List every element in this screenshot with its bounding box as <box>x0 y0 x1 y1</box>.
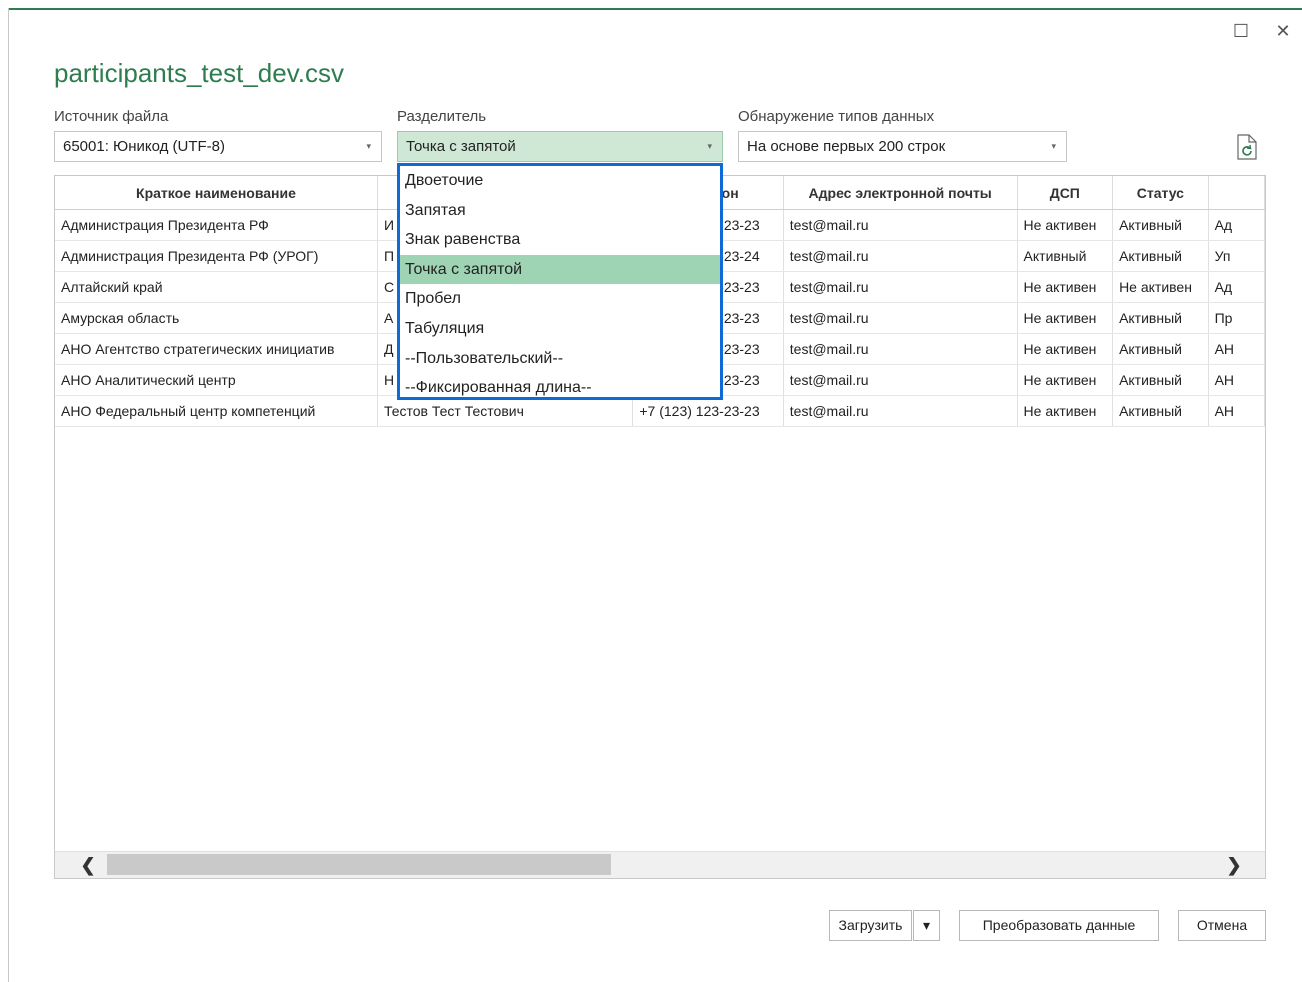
dropdown-option[interactable]: --Фиксированная длина-- <box>400 373 720 403</box>
transform-data-button[interactable]: Преобразовать данные <box>959 910 1159 941</box>
table-cell: АН <box>1208 395 1265 427</box>
table-cell: test@mail.ru <box>783 302 1018 334</box>
dropdown-option[interactable]: Точка с запятой <box>400 254 720 285</box>
delimiter-label: Разделитель <box>397 108 487 125</box>
dropdown-option[interactable]: Пробел <box>400 284 720 314</box>
table-cell: АНО Федеральный центр компетенций <box>55 395 378 427</box>
dropdown-option[interactable]: Знак равенства <box>400 225 720 255</box>
table-cell: test@mail.ru <box>783 209 1018 241</box>
table-cell: test@mail.ru <box>783 364 1018 396</box>
chevron-down-icon: ▾ <box>707 141 712 151</box>
table-cell: Активный <box>1112 209 1209 241</box>
table-cell: Администрация Президента РФ (УРОГ) <box>55 240 378 272</box>
table-cell: Активный <box>1112 240 1209 272</box>
table-cell: test@mail.ru <box>783 333 1018 365</box>
load-button[interactable]: Загрузить <box>829 910 912 941</box>
chevron-down-icon: ▾ <box>922 917 931 933</box>
table-cell: Алтайский край <box>55 271 378 303</box>
table-cell: Не активен <box>1017 209 1114 241</box>
table-cell: Уп <box>1208 240 1265 272</box>
chevron-down-icon: ▾ <box>1051 141 1056 151</box>
dropdown-option[interactable]: Двоеточие <box>400 166 720 196</box>
table-cell: Не активен <box>1017 271 1114 303</box>
table-cell: Пр <box>1208 302 1265 334</box>
column-header[interactable] <box>1208 176 1265 210</box>
table-cell: test@mail.ru <box>783 240 1018 272</box>
maximize-icon[interactable]: ☐ <box>1230 20 1252 42</box>
table-cell: АН <box>1208 364 1265 396</box>
window-left-border <box>8 8 9 982</box>
table-cell: test@mail.ru <box>783 395 1018 427</box>
source-select-value: 65001: Юникод (UTF-8) <box>63 138 226 155</box>
table-cell: АНО Агентство стратегических инициатив <box>55 333 378 365</box>
scroll-left-icon[interactable]: ❮ <box>73 852 103 878</box>
table-cell: Активный <box>1112 364 1209 396</box>
column-header[interactable]: ДСП <box>1017 176 1114 210</box>
dropdown-option[interactable]: --Пользовательский-- <box>400 344 720 374</box>
table-cell: Не активен <box>1017 333 1114 365</box>
dropdown-option[interactable]: Табуляция <box>400 314 720 344</box>
table-cell: Ад <box>1208 209 1265 241</box>
delimiter-select-value: Точка с запятой <box>406 138 516 155</box>
table-cell: Не активен <box>1017 395 1114 427</box>
delimiter-dropdown-list[interactable]: Двоеточие Запятая Знак равенства Точка с за… <box>397 163 723 400</box>
table-cell: Не активен <box>1112 271 1209 303</box>
cancel-button[interactable]: Отмена <box>1178 910 1266 941</box>
load-options-button[interactable]: ▾ <box>913 910 940 941</box>
table-cell: Активный <box>1112 395 1209 427</box>
chevron-down-icon: ▾ <box>366 141 371 151</box>
source-label: Источник файла <box>54 108 169 125</box>
horizontal-scrollbar[interactable]: ❮ ❯ <box>55 851 1265 878</box>
refresh-icon[interactable] <box>1236 134 1258 160</box>
table-cell: Активный <box>1112 333 1209 365</box>
dialog-title: participants_test_dev.csv <box>54 58 344 88</box>
close-icon[interactable]: ✕ <box>1272 20 1294 42</box>
table-cell: АНО Аналитический центр <box>55 364 378 396</box>
column-header[interactable]: Адрес электронной почты <box>783 176 1018 210</box>
table-cell: Активный <box>1112 302 1209 334</box>
table-cell: Ад <box>1208 271 1265 303</box>
scroll-right-icon[interactable]: ❯ <box>1219 852 1249 878</box>
delimiter-select[interactable]: Точка с запятой ▾ <box>397 131 723 162</box>
table-cell: Администрация Президента РФ <box>55 209 378 241</box>
detection-label: Обнаружение типов данных <box>738 108 935 125</box>
detection-select-value: На основе первых 200 строк <box>747 138 946 155</box>
column-header[interactable]: Статус <box>1112 176 1209 210</box>
table-cell: Не активен <box>1017 302 1114 334</box>
detection-select[interactable]: На основе первых 200 строк ▾ <box>738 131 1067 162</box>
column-header[interactable]: Краткое наименование <box>55 176 378 210</box>
source-select[interactable]: 65001: Юникод (UTF-8) ▾ <box>54 131 382 162</box>
table-cell: Активный <box>1017 240 1114 272</box>
table-cell: АН <box>1208 333 1265 365</box>
table-cell: Не активен <box>1017 364 1114 396</box>
table-cell: Амурская область <box>55 302 378 334</box>
window-top-border <box>8 8 1302 10</box>
scrollbar-thumb[interactable] <box>107 854 611 875</box>
dropdown-option[interactable]: Запятая <box>400 196 720 226</box>
table-cell: test@mail.ru <box>783 271 1018 303</box>
